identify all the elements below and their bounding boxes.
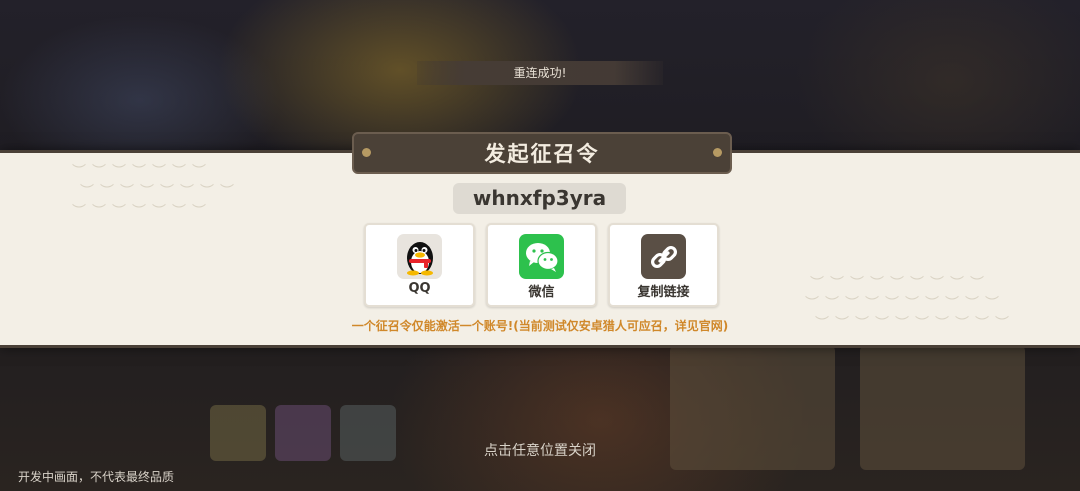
share-wechat-button[interactable]: 微信 [486, 223, 597, 307]
tap-anywhere-to-close-hint: 点击任意位置关闭 [484, 443, 596, 459]
qq-penguin-icon [397, 234, 442, 279]
wave-decoration: ︶︶︶︶︶︶︶︶︶ [810, 276, 990, 292]
wechat-icon [519, 234, 564, 279]
banner-rivet [713, 148, 722, 157]
share-wechat-label: 微信 [528, 285, 555, 300]
summon-code[interactable]: whnxfp3yra [453, 183, 626, 214]
wave-decoration: ︶︶︶︶︶︶︶ [72, 204, 212, 220]
wave-decoration: ︶︶︶︶︶︶︶︶︶︶ [805, 296, 1005, 312]
share-qq-label: QQ [408, 281, 431, 296]
reconnect-toast: 重连成功! [417, 61, 663, 85]
wave-decoration: ︶︶︶︶︶︶︶ [72, 164, 212, 180]
link-icon [641, 234, 686, 279]
development-footnote: 开发中画面，不代表最终品质 [18, 470, 175, 484]
dialog-title-banner: 发起征召令 [352, 132, 732, 174]
share-qq-button[interactable]: QQ [364, 223, 475, 307]
copy-link-label: 复制链接 [637, 285, 690, 300]
copy-link-button[interactable]: 复制链接 [608, 223, 719, 307]
dialog-title: 发起征召令 [484, 142, 600, 166]
activation-warning: 一个征召令仅能激活一个账号!(当前测试仅安卓猎人可应召，详见官网) [351, 319, 729, 333]
banner-rivet [362, 148, 371, 157]
wave-decoration: ︶︶︶︶︶︶︶︶ [80, 184, 240, 200]
